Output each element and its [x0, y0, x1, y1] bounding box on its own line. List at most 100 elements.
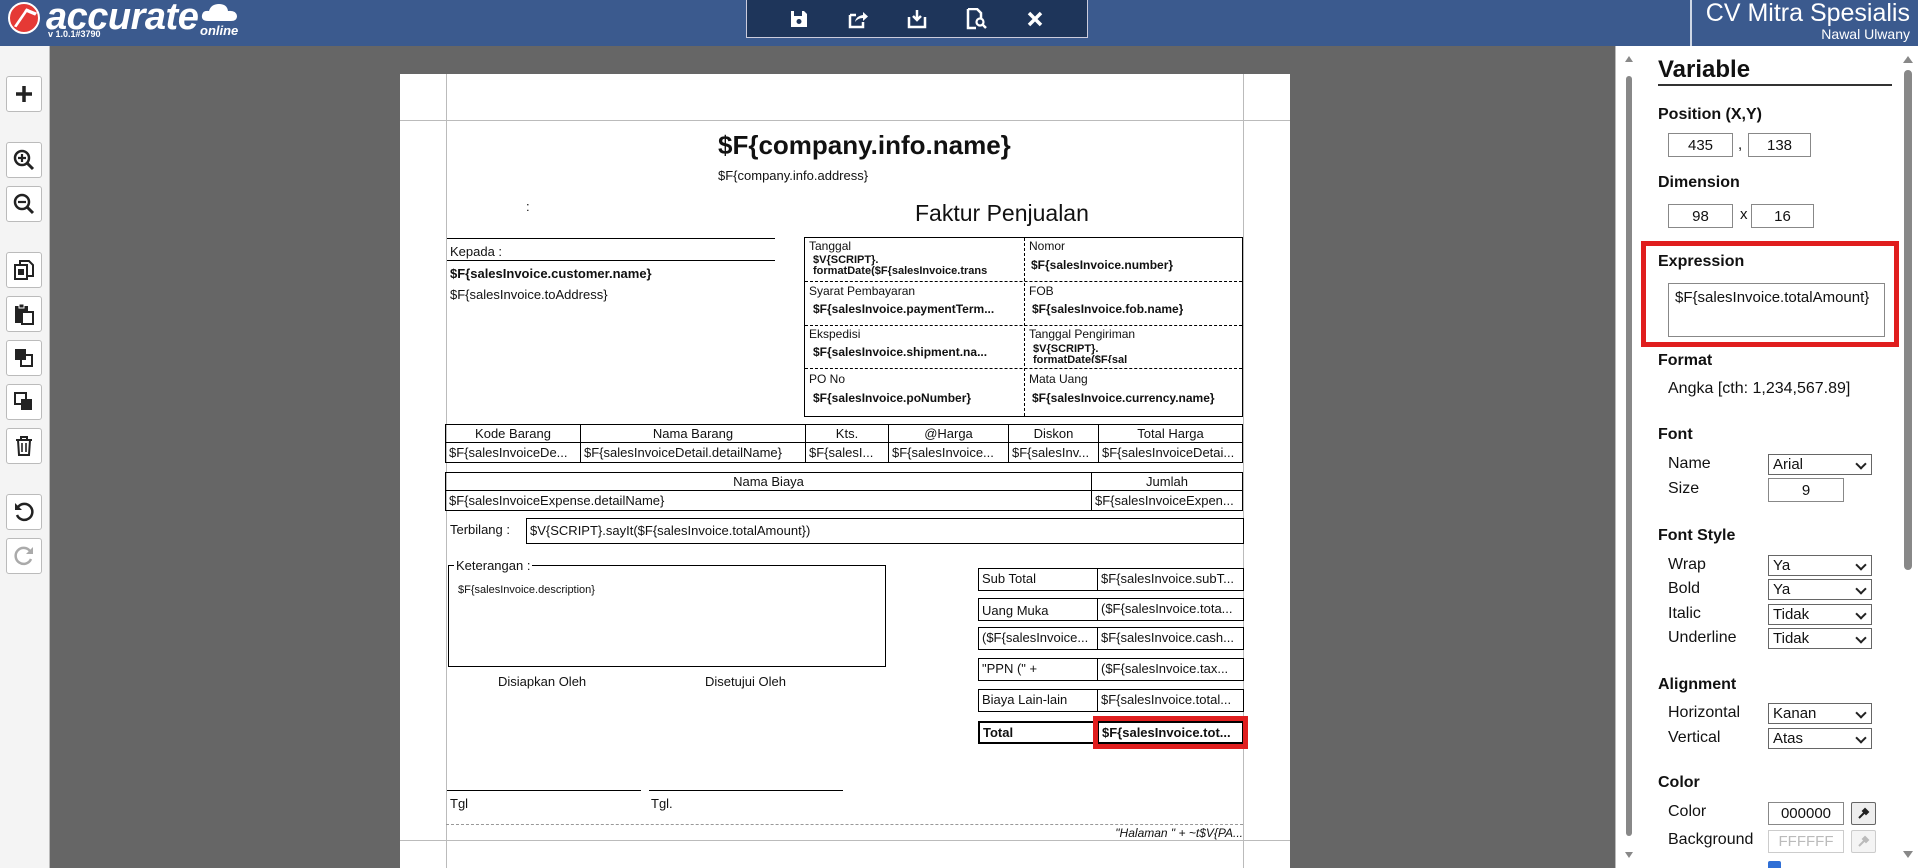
- fob-value[interactable]: $F{salesInvoice.fob.name}: [1032, 302, 1183, 316]
- expense-header-nama[interactable]: Nama Biaya: [445, 472, 1092, 491]
- tgl-kirim-value[interactable]: $V{SCRIPT}. formatDate($F{sal: [1033, 344, 1238, 363]
- position-y-input[interactable]: 138: [1748, 133, 1811, 157]
- company-address-field[interactable]: $F{company.info.address}: [718, 168, 868, 183]
- detail-value-diskon[interactable]: $F{salesInv...: [1008, 442, 1099, 463]
- po-value[interactable]: $F{salesInvoice.poNumber}: [813, 391, 971, 405]
- detail-header-nama[interactable]: Nama Barang: [580, 424, 806, 443]
- uang-muka-label[interactable]: Uang Muka: [978, 598, 1098, 621]
- expense-header-jumlah[interactable]: Jumlah: [1091, 472, 1243, 491]
- ekspedisi-value[interactable]: $F{salesInvoice.shipment.na...: [813, 345, 987, 359]
- delete-button[interactable]: [6, 428, 42, 464]
- font-name-select[interactable]: Arial: [1768, 454, 1872, 475]
- font-size-input[interactable]: 9: [1768, 478, 1844, 502]
- cash-label[interactable]: ($F{salesInvoice...: [978, 627, 1098, 650]
- format-value[interactable]: Angka [cth: 1,234,567.89]: [1668, 380, 1850, 398]
- mata-uang-value[interactable]: $F{salesInvoice.currency.name}: [1032, 391, 1215, 405]
- tanggal-label[interactable]: Tanggal: [809, 239, 851, 253]
- send-to-back-button[interactable]: [6, 384, 42, 420]
- detail-value-kts[interactable]: $F{salesI...: [805, 442, 889, 463]
- biaya-lain-value[interactable]: $F{salesInvoice.total...: [1097, 689, 1244, 712]
- dimension-width-input[interactable]: 98: [1668, 204, 1733, 228]
- panel-scrollbar-right[interactable]: [1901, 54, 1915, 860]
- position-x-input[interactable]: 435: [1668, 133, 1733, 157]
- kepada-label[interactable]: Kepada :: [450, 244, 502, 259]
- tgl-label-2[interactable]: Tgl.: [651, 796, 673, 811]
- bold-select[interactable]: Ya: [1768, 579, 1872, 600]
- tgl-label-1[interactable]: Tgl: [450, 796, 468, 811]
- mata-uang-label[interactable]: Mata Uang: [1029, 372, 1088, 386]
- detail-header-total[interactable]: Total Harga: [1098, 424, 1243, 443]
- paste-button[interactable]: [6, 296, 42, 332]
- subtotal-label[interactable]: Sub Total: [978, 568, 1098, 591]
- syarat-value[interactable]: $F{salesInvoice.paymentTerm...: [813, 302, 994, 316]
- subtotal-value[interactable]: $F{salesInvoice.subT...: [1097, 568, 1244, 591]
- keterangan-value[interactable]: $F{salesInvoice.description}: [458, 584, 595, 596]
- syarat-label[interactable]: Syarat Pembayaran: [809, 284, 915, 298]
- save-button[interactable]: [783, 4, 815, 34]
- italic-select[interactable]: Tidak: [1768, 604, 1872, 625]
- vertical-select[interactable]: Atas: [1768, 728, 1872, 749]
- redo-button[interactable]: [6, 538, 42, 574]
- detail-value-total[interactable]: $F{salesInvoiceDetai...: [1098, 442, 1243, 463]
- ppn-label[interactable]: "PPN (" +: [978, 658, 1098, 681]
- nomor-value[interactable]: $F{salesInvoice.number}: [1031, 258, 1173, 272]
- ppn-value[interactable]: ($F{salesInvoice.tax...: [1097, 658, 1244, 681]
- preview-button[interactable]: [960, 4, 992, 34]
- keterangan-box[interactable]: [448, 565, 886, 667]
- cash-value[interactable]: $F{salesInvoice.cash...: [1097, 627, 1244, 650]
- page-number-field[interactable]: "Halaman " + ~t$V{PA...: [1060, 826, 1243, 840]
- export-button[interactable]: [842, 4, 874, 34]
- disiapkan-label[interactable]: Disiapkan Oleh: [498, 674, 586, 689]
- company-name-field[interactable]: $F{company.info.name}: [718, 130, 1011, 161]
- cloud-icon: [201, 4, 237, 21]
- info-divider-3: [805, 368, 1242, 369]
- fob-label[interactable]: FOB: [1029, 284, 1054, 298]
- keterangan-label[interactable]: Keterangan :: [454, 558, 533, 573]
- copy-button[interactable]: [6, 252, 42, 288]
- nomor-label[interactable]: Nomor: [1029, 239, 1065, 253]
- expression-input[interactable]: $F{salesInvoice.totalAmount}: [1668, 283, 1885, 337]
- disetujui-label[interactable]: Disetujui Oleh: [705, 674, 786, 689]
- transparent-checkbox[interactable]: [1768, 861, 1781, 868]
- tanggal-value[interactable]: $V{SCRIPT}. formatDate($F{salesInvoice.tr…: [813, 255, 1018, 276]
- dimension-height-input[interactable]: 16: [1751, 204, 1814, 228]
- horizontal-select[interactable]: Kanan: [1768, 703, 1872, 724]
- detail-header-kode[interactable]: Kode Barang: [445, 424, 581, 443]
- import-button[interactable]: [901, 4, 933, 34]
- ekspedisi-label[interactable]: Ekspedisi: [809, 327, 860, 341]
- wrap-select[interactable]: Ya: [1768, 555, 1872, 576]
- expense-value-nama[interactable]: $F{salesInvoiceExpense.detailName}: [445, 490, 1092, 511]
- detail-header-kts[interactable]: Kts.: [805, 424, 889, 443]
- bring-to-front-button[interactable]: [6, 340, 42, 376]
- zoom-in-button[interactable]: [6, 142, 42, 178]
- terbilang-value[interactable]: $V{SCRIPT}.sayIt($F{salesInvoice.totalAm…: [526, 518, 1244, 544]
- zoom-out-button[interactable]: [6, 186, 42, 222]
- detail-value-kode[interactable]: $F{salesInvoiceDe...: [445, 442, 581, 463]
- undo-button[interactable]: [6, 494, 42, 530]
- design-canvas[interactable]: $F{company.info.name} $F{company.info.ad…: [51, 46, 1615, 868]
- report-page[interactable]: $F{company.info.name} $F{company.info.ad…: [400, 74, 1290, 868]
- tgl-kirim-label[interactable]: Tanggal Pengiriman: [1029, 327, 1135, 341]
- panel-scrollbar-left[interactable]: [1624, 54, 1634, 860]
- to-address-field[interactable]: $F{salesInvoice.toAddress}: [450, 287, 608, 302]
- report-title[interactable]: Faktur Penjualan: [915, 200, 1089, 227]
- po-label[interactable]: PO No: [809, 372, 845, 386]
- terbilang-label[interactable]: Terbilang :: [450, 522, 510, 537]
- color-picker-button[interactable]: [1851, 802, 1876, 825]
- color-input[interactable]: 000000: [1768, 802, 1844, 825]
- detail-value-nama[interactable]: $F{salesInvoiceDetail.detailName}: [580, 442, 806, 463]
- total-label[interactable]: Total: [978, 721, 1098, 744]
- add-element-button[interactable]: [6, 76, 42, 112]
- colon-field[interactable]: :: [526, 199, 530, 214]
- biaya-lain-label[interactable]: Biaya Lain-lain: [978, 689, 1098, 712]
- customer-name-field[interactable]: $F{salesInvoice.customer.name}: [450, 266, 652, 281]
- background-input[interactable]: FFFFFF: [1768, 830, 1844, 853]
- detail-value-harga[interactable]: $F{salesInvoice...: [888, 442, 1009, 463]
- uang-muka-value[interactable]: ($F{salesInvoice.tota...: [1097, 598, 1244, 621]
- close-button[interactable]: [1019, 4, 1051, 34]
- detail-header-harga[interactable]: @Harga: [888, 424, 1009, 443]
- expense-value-jumlah[interactable]: $F{salesInvoiceExpen...: [1091, 490, 1243, 511]
- underline-select[interactable]: Tidak: [1768, 628, 1872, 649]
- detail-header-diskon[interactable]: Diskon: [1008, 424, 1099, 443]
- background-picker-button[interactable]: [1851, 830, 1876, 853]
